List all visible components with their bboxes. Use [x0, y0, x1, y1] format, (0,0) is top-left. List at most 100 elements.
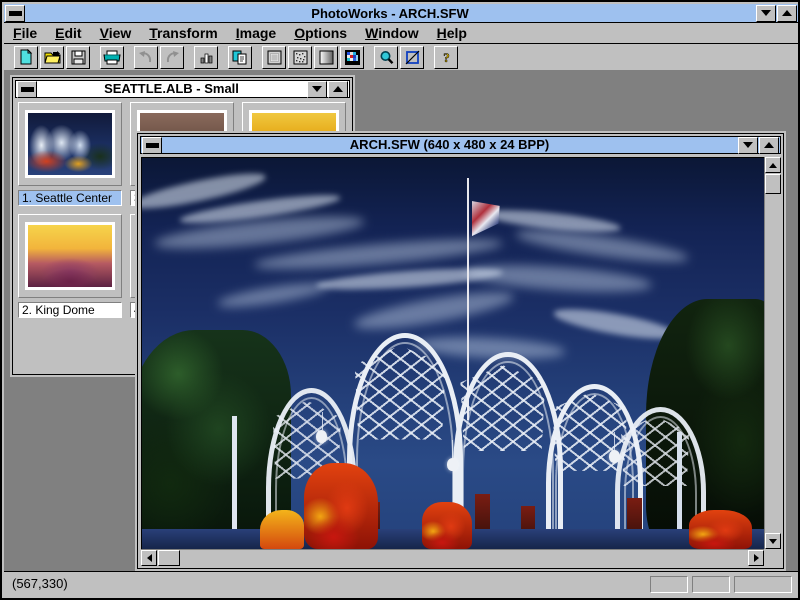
arch-lattice: [460, 365, 546, 452]
image-system-menu-button[interactable]: [142, 136, 162, 154]
album-window-title: SEATTLE.ALB - Small: [104, 81, 239, 96]
menu-view[interactable]: View: [91, 23, 141, 43]
thumbnail-frame[interactable]: [18, 214, 122, 298]
print-button[interactable]: [100, 45, 124, 69]
toolbar-separator-5: [252, 46, 260, 69]
scroll-left-arrow-icon: [146, 554, 152, 562]
album-title-bar[interactable]: SEATTLE.ALB - Small: [15, 80, 350, 98]
frame-icon: [267, 50, 281, 64]
thumbnail-label[interactable]: 2. King Dome: [18, 302, 122, 318]
new-document-icon: [20, 49, 33, 65]
undo-button[interactable]: [134, 45, 158, 69]
image-window-frame: ARCH.SFW (640 x 480 x 24 BPP): [137, 133, 784, 569]
toolbar-separator-4: [218, 46, 226, 69]
system-menu-button[interactable]: [5, 4, 25, 22]
main-title-bar[interactable]: PhotoWorks - ARCH.SFW: [4, 4, 798, 23]
zoom-button[interactable]: [374, 45, 398, 69]
save-file-button[interactable]: [66, 45, 90, 69]
flame-sculpture: [689, 509, 752, 549]
toolbar-separator-7: [424, 46, 432, 69]
thumbnail-label[interactable]: 1. Seattle Center: [18, 190, 122, 206]
new-file-button[interactable]: [14, 45, 38, 69]
crop-button[interactable]: [400, 45, 424, 69]
image-title-bar[interactable]: ARCH.SFW (640 x 480 x 24 BPP): [140, 136, 781, 154]
redo-button[interactable]: [160, 45, 184, 69]
status-panel-2: [692, 575, 730, 593]
image-window-title: ARCH.SFW (640 x 480 x 24 BPP): [349, 137, 550, 152]
image-canvas[interactable]: [141, 157, 764, 549]
scrollbar-corner: [764, 549, 780, 565]
open-folder-icon: [43, 50, 61, 63]
mdi-workspace: SEATTLE.ALB - Small 1. Seattle Center 2.…: [4, 71, 798, 571]
thumbnail-image-seattle-center[interactable]: [25, 110, 115, 178]
menu-file[interactable]: File: [4, 23, 46, 43]
flame-sculpture-yellow: [260, 509, 304, 549]
scroll-right-button[interactable]: [748, 550, 764, 566]
status-panels: [646, 575, 792, 593]
image-maximize-button[interactable]: [759, 136, 779, 154]
album-system-menu-button[interactable]: [17, 80, 37, 98]
hanging-lamp: [446, 439, 458, 471]
histogram-button[interactable]: [194, 45, 218, 69]
printer-icon: [103, 50, 121, 64]
menu-bar: File Edit View Transform Image Options W…: [4, 23, 798, 44]
hanging-lamp: [608, 431, 620, 463]
minimize-button[interactable]: [756, 4, 776, 22]
status-panel-3: [734, 575, 792, 593]
bar-chart-icon: [200, 53, 212, 63]
menu-help[interactable]: Help: [428, 23, 476, 43]
scroll-up-arrow-icon: [769, 162, 777, 168]
magnifier-icon: [380, 50, 393, 64]
toolbar-separator-1: [90, 46, 98, 69]
maximize-icon: [764, 142, 774, 148]
image-window-body: [140, 156, 781, 566]
status-bar: (567,330): [4, 571, 798, 596]
scroll-down-arrow-icon: [769, 538, 777, 544]
flame-sculpture: [421, 502, 472, 549]
thumbnail-image-king-dome[interactable]: [25, 222, 115, 290]
scroll-left-button[interactable]: [141, 550, 157, 566]
minimize-icon: [743, 142, 753, 148]
floppy-disk-icon: [71, 50, 85, 64]
open-file-button[interactable]: [40, 45, 64, 69]
menu-image[interactable]: Image: [227, 23, 285, 43]
list-item[interactable]: 1. Seattle Center: [18, 102, 122, 206]
palette-button[interactable]: [340, 45, 364, 69]
toolbar-separator-3: [184, 46, 192, 69]
vertical-scrollbar[interactable]: [764, 157, 781, 549]
menu-options[interactable]: Options: [285, 23, 356, 43]
horizontal-scroll-thumb[interactable]: [158, 550, 180, 566]
arch-lattice: [354, 345, 446, 440]
crop-icon: [405, 50, 419, 64]
photo-arch-sfw: [142, 158, 764, 549]
system-menu-icon: [20, 86, 34, 92]
help-button[interactable]: ?: [434, 45, 458, 69]
image-window-controls: [737, 136, 779, 154]
frame-button[interactable]: [262, 45, 286, 69]
noise-button[interactable]: [288, 45, 312, 69]
image-child-window[interactable]: ARCH.SFW (640 x 480 x 24 BPP): [135, 131, 786, 571]
scroll-down-button[interactable]: [765, 533, 781, 549]
copy-pages-icon: [232, 50, 247, 64]
thumbnail-frame[interactable]: [18, 102, 122, 186]
menu-window[interactable]: Window: [356, 23, 428, 43]
gradient-button[interactable]: [314, 45, 338, 69]
vertical-scroll-thumb[interactable]: [765, 174, 781, 194]
scroll-up-button[interactable]: [765, 157, 781, 173]
maximize-button[interactable]: [777, 4, 797, 22]
copy-button[interactable]: [228, 45, 252, 69]
cursor-coordinates: (567,330): [12, 576, 68, 591]
window-controls: [755, 4, 797, 22]
page-title: PhotoWorks - ARCH.SFW: [311, 5, 469, 21]
menu-transform[interactable]: Transform: [140, 23, 226, 43]
album-maximize-button[interactable]: [328, 80, 348, 98]
scroll-right-arrow-icon: [753, 554, 759, 562]
status-panel-1: [650, 575, 688, 593]
horizontal-scrollbar[interactable]: [141, 549, 764, 566]
list-item[interactable]: 2. King Dome: [18, 214, 122, 318]
question-mark-icon: ?: [443, 50, 450, 65]
image-minimize-button[interactable]: [738, 136, 758, 154]
menu-edit[interactable]: Edit: [46, 23, 90, 43]
noise-speckle-icon: [293, 50, 307, 64]
album-minimize-button[interactable]: [307, 80, 327, 98]
